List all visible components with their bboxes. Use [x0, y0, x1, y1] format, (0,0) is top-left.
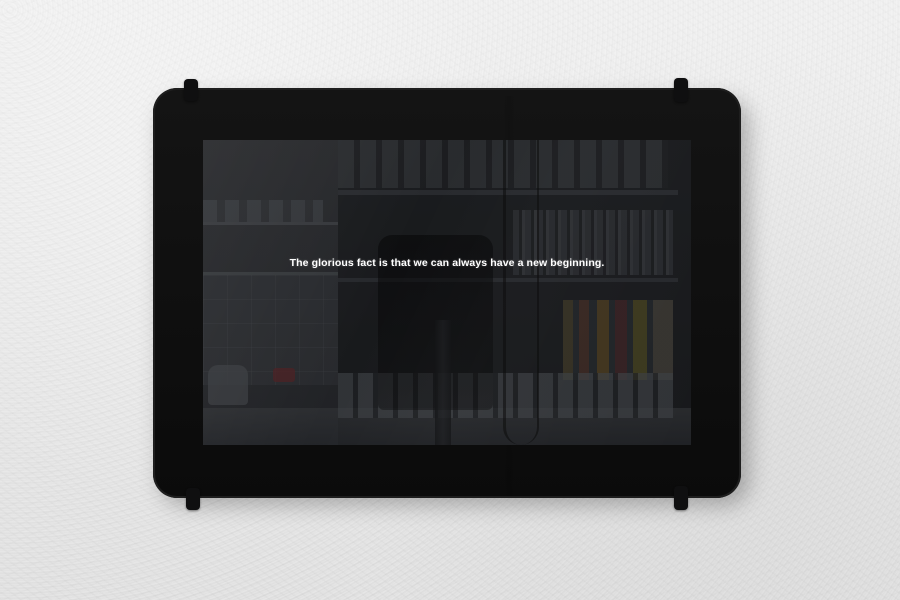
wall-mount-clip-icon — [184, 79, 198, 101]
wall-mount-clip-icon — [674, 486, 688, 510]
wall-mount-clip-icon — [674, 78, 688, 102]
quote-text: The glorious fact is that we can always … — [289, 257, 605, 269]
screen-glare — [203, 140, 691, 445]
tablet-screen: The glorious fact is that we can always … — [203, 140, 691, 445]
wall-mount-clip-icon — [186, 488, 200, 510]
